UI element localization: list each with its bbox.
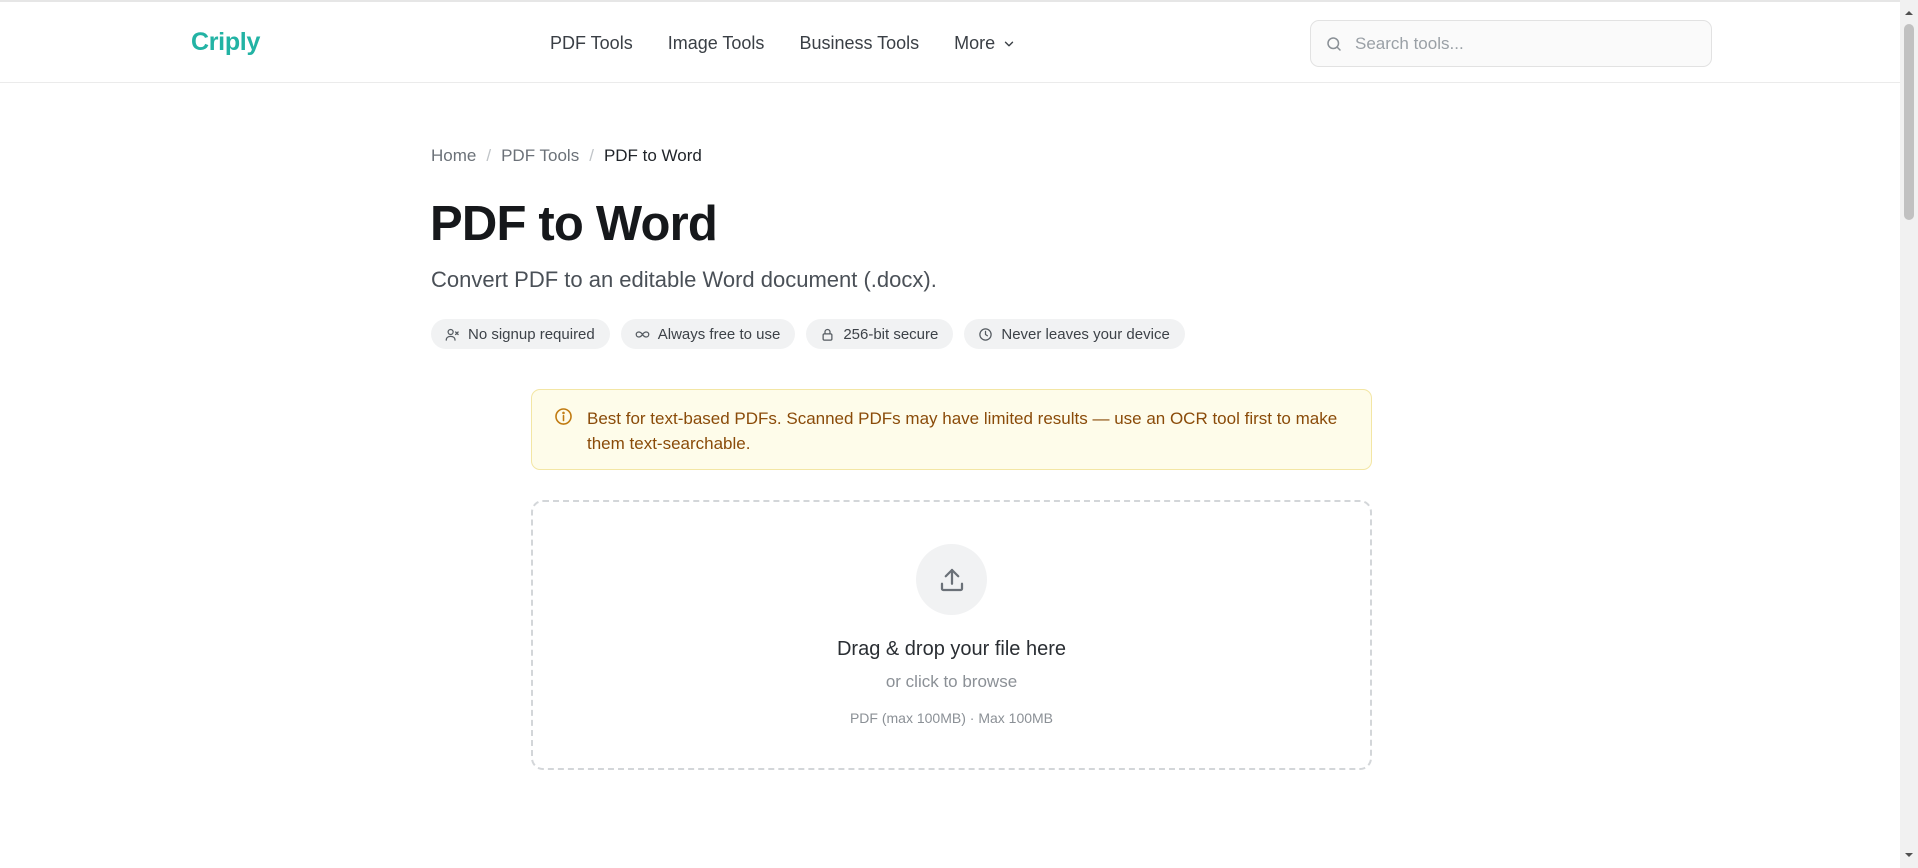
page-title: PDF to Word (430, 197, 718, 251)
nav-label: Business Tools (799, 33, 920, 53)
breadcrumb-separator: / (589, 146, 594, 165)
breadcrumb-home[interactable]: Home (431, 146, 476, 166)
chevron-down-icon (1004, 41, 1014, 46)
upload-icon-circle (916, 544, 987, 615)
nav-image-tools[interactable]: Image Tools (668, 33, 765, 54)
breadcrumb-separator: / (486, 146, 492, 165)
file-dropzone[interactable]: Drag & drop your file here or click to b… (531, 500, 1372, 770)
search-input[interactable] (1355, 33, 1685, 54)
nav-pdf-tools[interactable]: PDF Tools (550, 33, 633, 54)
dropzone-title: Drag & drop your file here (836, 638, 1066, 660)
badge-label: 256-bit secure (843, 325, 939, 343)
nav-more[interactable]: More (954, 33, 1016, 54)
nav-label: More (954, 33, 996, 53)
info-icon (555, 408, 572, 425)
nav-business-tools[interactable]: Business Tools (799, 33, 919, 54)
breadcrumb: Home / PDF Tools / PDF to Word (431, 146, 702, 166)
dropzone-browse-text[interactable]: or click to browse (533, 672, 1370, 692)
badge-label: Never leaves your device (1001, 325, 1170, 343)
badge-label: Always free to use (657, 325, 781, 343)
breadcrumb-pdf-tools[interactable]: PDF Tools (501, 146, 579, 166)
badge-label: No signup required (468, 325, 595, 343)
badge-no-signup: No signup required (431, 319, 610, 349)
badge-always-free: Always free to use (620, 319, 796, 349)
feature-badges: No signup required Always free to use 25… (431, 319, 1185, 349)
search-icon (1327, 36, 1341, 51)
user-icon (445, 328, 459, 341)
logo[interactable]: Criply (191, 28, 260, 57)
page-subtitle: Convert PDF to an editable Word document… (431, 267, 937, 292)
notice-text: Best for text-based PDFs. Scanned PDFs m… (587, 409, 1338, 453)
dropzone-file-limits: PDF (max 100MB) · Max 100MB (849, 710, 1054, 726)
badge-secure: 256-bit secure (806, 319, 954, 349)
badge-local: Never leaves your device (964, 319, 1185, 349)
scroll-thumb[interactable] (1904, 24, 1914, 220)
scroll-up-arrow-icon[interactable] (1904, 8, 1914, 18)
main-nav: PDF Tools Image Tools Business Tools Mor… (550, 33, 1016, 54)
lock-icon (822, 328, 833, 341)
upload-icon (940, 568, 963, 591)
scrollbar[interactable] (1900, 0, 1918, 868)
clock-icon (979, 327, 993, 341)
site-header: Criply PDF Tools Image Tools Business To… (0, 2, 1900, 83)
infinity-icon (635, 330, 650, 338)
info-notice: Best for text-based PDFs. Scanned PDFs m… (531, 389, 1372, 470)
page: Criply PDF Tools Image Tools Business To… (0, 0, 1918, 868)
search-box[interactable] (1310, 20, 1712, 67)
breadcrumb-current: PDF to Word (603, 146, 702, 165)
nav-label: Image Tools (667, 33, 765, 53)
nav-label: PDF Tools (550, 33, 633, 53)
scroll-down-arrow-icon[interactable] (1904, 850, 1914, 860)
